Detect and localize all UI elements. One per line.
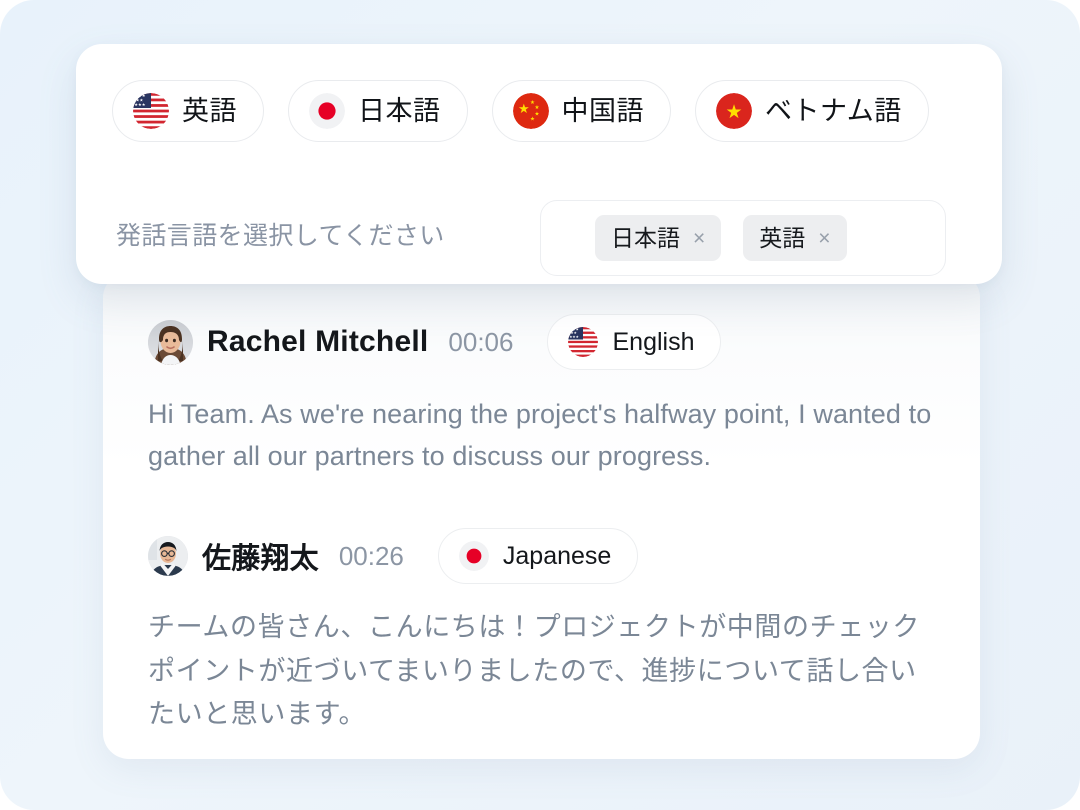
language-chip-vietnamese[interactable]: ★ ベトナム語 xyxy=(695,80,929,142)
jp-flag-icon xyxy=(458,541,489,571)
transcript-message: Hi Team. As we're nearing the project's … xyxy=(148,399,932,471)
us-flag-icon: ★★★ ★★ ★★★ xyxy=(133,93,169,129)
selected-languages-input[interactable]: 日本語 × 英語 × xyxy=(540,200,946,276)
svg-text:★★★: ★★★ xyxy=(570,335,580,339)
speaker-name: 佐藤翔太 xyxy=(202,543,319,575)
language-chip-row: ★★★ ★★ ★★★ 英語 日本語 ★ ★ ★ ★ ★ 中国語 ★ ベトナム語 xyxy=(112,80,929,142)
language-chip-english[interactable]: ★★★ ★★ ★★★ 英語 xyxy=(112,80,264,142)
transcript-entry: 佐藤翔太 00:26 Japanese チームの皆さん、こんにちは！プロジェクト… xyxy=(148,528,940,737)
svg-text:★: ★ xyxy=(530,117,535,123)
transcript-entry-header: Rachel Mitchell 00:06 ★★★ ★★ ★★★ English xyxy=(148,314,940,370)
svg-text:★: ★ xyxy=(725,101,742,123)
language-chip-chinese[interactable]: ★ ★ ★ ★ ★ 中国語 xyxy=(491,80,671,142)
language-badge-label: English xyxy=(612,327,695,356)
avatar-rachel-mitchell xyxy=(148,319,193,365)
svg-text:★: ★ xyxy=(518,102,530,117)
close-icon[interactable]: × xyxy=(818,228,830,249)
transcript-card: Rachel Mitchell 00:06 ★★★ ★★ ★★★ English… xyxy=(103,272,980,759)
svg-text:★: ★ xyxy=(534,105,539,111)
svg-text:★★★: ★★★ xyxy=(134,102,146,107)
speech-language-label: 発話言語を選択してください xyxy=(116,222,445,250)
cn-flag-icon: ★ ★ ★ ★ ★ xyxy=(512,93,549,129)
transcript-entry: Rachel Mitchell 00:06 ★★★ ★★ ★★★ English… xyxy=(148,314,940,478)
selected-tag-english[interactable]: 英語 × xyxy=(743,215,847,261)
language-chip-japanese[interactable]: 日本語 xyxy=(288,80,468,142)
transcript-entry-header: 佐藤翔太 00:26 Japanese xyxy=(148,528,940,584)
language-selection-panel: ★★★ ★★ ★★★ 英語 日本語 ★ ★ ★ ★ ★ 中国語 ★ ベトナム語 … xyxy=(76,44,1002,284)
svg-text:★: ★ xyxy=(534,112,539,118)
avatar-sato-shota xyxy=(148,536,188,576)
vn-flag-icon: ★ xyxy=(716,93,752,129)
page-background: Rachel Mitchell 00:06 ★★★ ★★ ★★★ English… xyxy=(0,0,1080,810)
speaker-name: Rachel Mitchell xyxy=(207,325,429,358)
speech-language-select-row: 発話言語を選択してください 日本語 × 英語 × xyxy=(116,192,966,276)
language-chip-label: 英語 xyxy=(182,95,237,126)
us-flag-icon: ★★★ ★★ ★★★ xyxy=(568,327,599,357)
close-icon[interactable]: × xyxy=(693,228,705,249)
language-chip-label: 日本語 xyxy=(358,95,441,126)
selected-tag-label: 英語 xyxy=(759,224,806,251)
selected-tag-japanese[interactable]: 日本語 × xyxy=(595,215,722,261)
selected-tag-label: 日本語 xyxy=(611,224,680,251)
transcript-message: チームの皆さん、こんにちは！プロジェクトが中間のチェックポイントが近づいてまいり… xyxy=(148,612,920,730)
jp-flag-icon xyxy=(309,93,345,129)
language-badge-label: Japanese xyxy=(502,541,612,570)
language-badge[interactable]: ★★★ ★★ ★★★ English xyxy=(547,314,722,370)
timestamp: 00:26 xyxy=(338,540,404,571)
language-badge[interactable]: Japanese xyxy=(437,528,639,584)
timestamp: 00:06 xyxy=(448,326,514,357)
language-chip-label: ベトナム語 xyxy=(765,95,902,126)
language-chip-label: 中国語 xyxy=(561,95,644,126)
